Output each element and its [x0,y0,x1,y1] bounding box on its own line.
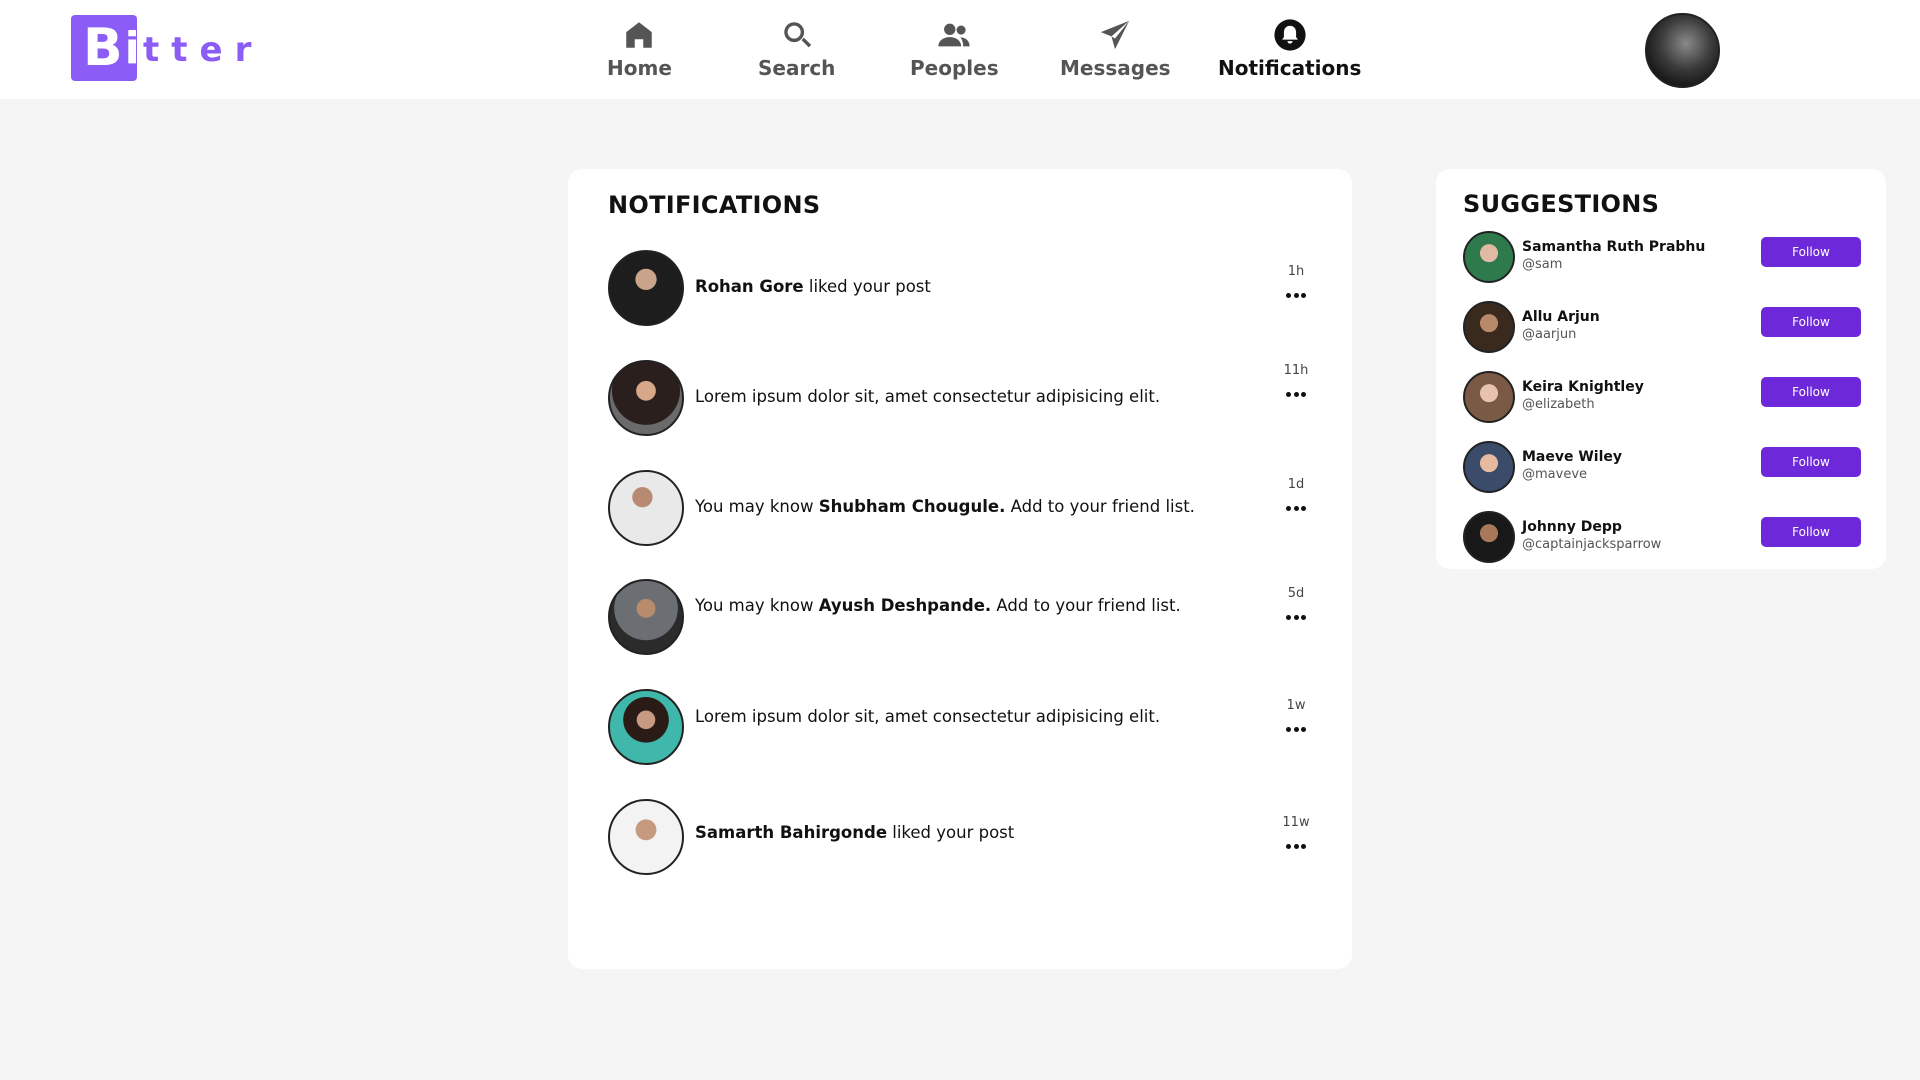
nav-home-label: Home [607,56,672,80]
notification-item[interactable]: Samarth Bahirgonde liked your post 11w [608,799,1312,875]
profile-avatar[interactable] [1645,13,1720,88]
nav-search-label: Search [758,56,836,80]
avatar[interactable] [1463,441,1515,493]
suggestion-item: Allu Arjun @aarjun Follow [1463,301,1861,353]
suggestion-item: Samantha Ruth Prabhu @sam Follow [1463,231,1861,283]
avatar[interactable] [608,799,684,875]
avatar[interactable] [608,250,684,326]
follow-button[interactable]: Follow [1761,377,1861,407]
follow-button[interactable]: Follow [1761,307,1861,337]
more-options-icon[interactable] [1286,392,1306,398]
notification-message: liked your post [887,823,1015,842]
more-options-icon[interactable] [1286,615,1306,621]
logo-wordmark: tter [143,30,264,70]
nav-search[interactable]: Search [758,18,835,80]
suggestion-handle: @elizabeth [1522,397,1595,412]
notification-text: You may know Shubham Chougule. Add to yo… [695,497,1195,516]
avatar[interactable] [608,360,684,436]
notification-time: 1w [1286,698,1306,713]
suggestions-panel: SUGGESTIONS Samantha Ruth Prabhu @sam Fo… [1436,169,1886,569]
suggestion-name[interactable]: Allu Arjun [1522,309,1600,325]
follow-button[interactable]: Follow [1761,237,1861,267]
follow-button[interactable]: Follow [1761,447,1861,477]
avatar[interactable] [1463,301,1515,353]
notification-item[interactable]: Lorem ipsum dolor sit, amet consectetur … [608,360,1312,436]
notification-item[interactable]: You may know Ayush Deshpande. Add to you… [608,579,1312,655]
bitter-logo[interactable]: Bi tter [71,15,263,81]
suggestion-handle: @captainjacksparrow [1522,537,1662,552]
suggestion-handle: @maveve [1522,467,1588,482]
notification-user-name[interactable]: Samarth Bahirgonde [695,823,887,842]
notification-time: 1h [1287,264,1305,279]
notification-message: Lorem ipsum dolor sit, amet consectetur … [695,387,1161,406]
avatar[interactable] [608,689,684,765]
notification-message-post: Add to your friend list. [1005,497,1195,516]
notification-time: 11h [1283,363,1309,378]
more-options-icon[interactable] [1286,506,1306,512]
suggestion-name[interactable]: Maeve Wiley [1522,449,1622,465]
suggestion-item: Johnny Depp @captainjacksparrow Follow [1463,511,1861,563]
logo-badge: Bi [71,15,137,81]
suggestion-handle: @sam [1522,257,1563,272]
notification-text: Rohan Gore liked your post [695,277,931,296]
suggestion-handle: @aarjun [1522,327,1577,342]
avatar[interactable] [1463,371,1515,423]
avatar[interactable] [608,470,684,546]
notification-user-name[interactable]: Ayush Deshpande. [819,596,991,615]
notification-time: 1d [1287,477,1305,492]
notification-text: You may know Ayush Deshpande. Add to you… [695,596,1181,615]
nav-messages-label: Messages [1060,56,1171,80]
notification-user-name[interactable]: Shubham Chougule. [819,497,1006,516]
notification-item[interactable]: Rohan Gore liked your post 1h [608,250,1312,326]
suggestions-title: SUGGESTIONS [1463,190,1660,218]
notification-time: 11w [1282,815,1310,830]
suggestion-item: Maeve Wiley @maveve Follow [1463,441,1861,493]
paper-plane-icon [1101,20,1130,50]
logo-letter: B [83,18,123,78]
notifications-title: NOTIFICATIONS [608,191,821,219]
notification-message: Lorem ipsum dolor sit, amet consectetur … [695,707,1161,726]
nav-notifications-label: Notifications [1218,56,1362,80]
people-icon [938,23,970,47]
notification-message-pre: You may know [695,596,819,615]
suggestion-name[interactable]: Johnny Depp [1522,519,1622,535]
nav-peoples[interactable]: Peoples [910,18,999,80]
top-navbar: Bi tter Home Search Peoples Messages Not… [0,0,1920,99]
bell-icon [1274,19,1306,51]
notification-message-post: Add to your friend list. [991,596,1181,615]
notification-time: 5d [1287,586,1305,601]
suggestion-name[interactable]: Samantha Ruth Prabhu [1522,239,1705,255]
more-options-icon[interactable] [1286,293,1306,299]
suggestion-item: Keira Knightley @elizabeth Follow [1463,371,1861,423]
suggestion-name[interactable]: Keira Knightley [1522,379,1644,395]
notification-message: liked your post [803,277,931,296]
notification-item[interactable]: Lorem ipsum dolor sit, amet consectetur … [608,689,1312,765]
follow-button[interactable]: Follow [1761,517,1861,547]
notification-text: Samarth Bahirgonde liked your post [695,823,1014,842]
logo-letter-2: i [124,22,137,74]
search-icon [783,22,811,48]
notification-item[interactable]: You may know Shubham Chougule. Add to yo… [608,470,1312,546]
more-options-icon[interactable] [1286,844,1306,850]
notification-text: Lorem ipsum dolor sit, amet consectetur … [695,387,1160,406]
nav-home[interactable]: Home [607,18,672,80]
nav-peoples-label: Peoples [910,56,999,80]
avatar[interactable] [1463,231,1515,283]
nav-messages[interactable]: Messages [1060,18,1171,80]
nav-notifications[interactable]: Notifications [1218,18,1361,80]
avatar[interactable] [1463,511,1515,563]
notification-message-pre: You may know [695,497,819,516]
notification-text: Lorem ipsum dolor sit, amet consectetur … [695,707,1160,726]
home-icon [626,22,653,48]
more-options-icon[interactable] [1286,727,1306,733]
notification-user-name[interactable]: Rohan Gore [695,277,804,296]
notifications-panel: NOTIFICATIONS Rohan Gore liked your post… [568,169,1352,969]
avatar[interactable] [608,579,684,655]
